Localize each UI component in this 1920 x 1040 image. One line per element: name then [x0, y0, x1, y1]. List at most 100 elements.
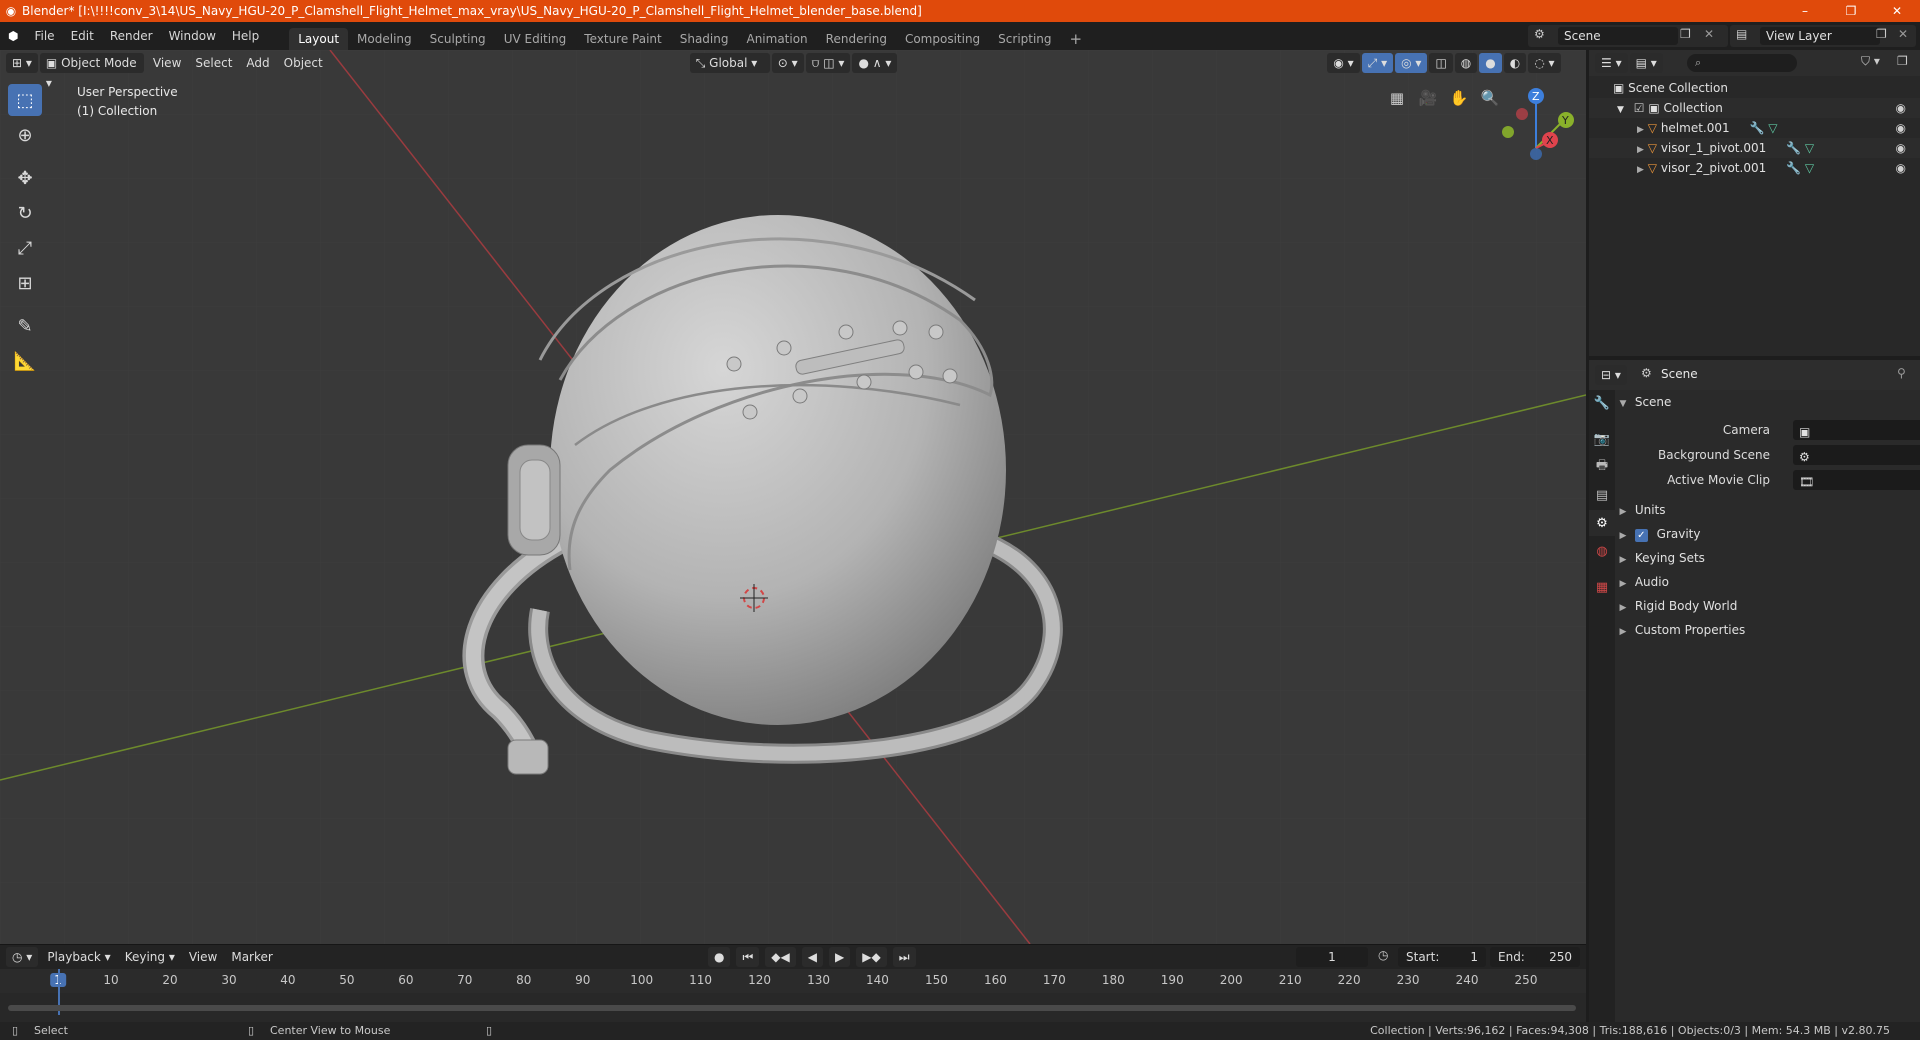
timeline-ruler[interactable]: 1102030405060708090100110120130140150160… — [0, 969, 1586, 993]
jump-end-icon[interactable]: ⏭ — [892, 947, 916, 967]
scene-tab-icon[interactable]: ⚙ — [1589, 510, 1615, 536]
menu-select[interactable]: Select — [188, 56, 239, 70]
properties-editor-type-icon[interactable]: ⊟ ▾ — [1595, 365, 1627, 385]
outliner-search-input[interactable]: ⌕ — [1687, 54, 1797, 72]
camera-field[interactable]: ▣✎ — [1793, 420, 1920, 440]
visibility-eye-icon[interactable]: ◉ — [1896, 138, 1906, 158]
shading-rendered-icon[interactable]: ◌ ▾ — [1528, 53, 1561, 73]
snap-icon[interactable]: ⩌ ◫ ▾ — [805, 53, 851, 73]
pan-view-icon[interactable]: ✋ — [1445, 84, 1473, 112]
toggle-ortho-icon[interactable]: ▦ — [1383, 84, 1411, 112]
shading-solid-icon[interactable]: ● — [1479, 53, 1502, 73]
end-frame-field[interactable]: End: 250 — [1490, 947, 1580, 967]
preview-range-icon[interactable]: ◷ — [1378, 948, 1388, 962]
outliner-item-visor-1[interactable]: ▶ ▽ visor_1_pivot.001 🔧 ▽ ◉ — [1589, 138, 1920, 158]
outliner-collection[interactable]: ▼ ☑ ▣ Collection ◉ — [1589, 98, 1920, 118]
tab-scripting[interactable]: Scripting — [989, 28, 1060, 50]
menu-marker[interactable]: Marker — [224, 950, 279, 964]
rotate-tool-icon[interactable]: ↻ — [8, 197, 42, 229]
pivot-point-icon[interactable]: ⊙ ▾ — [771, 53, 804, 73]
select-box-icon[interactable]: ⬚ — [8, 84, 42, 116]
tab-compositing[interactable]: Compositing — [896, 28, 989, 50]
add-workspace-button[interactable]: + — [1061, 28, 1092, 50]
expand-chevron-icon[interactable]: ▶ — [1637, 125, 1644, 135]
tool-tab-icon[interactable]: 🔧 — [1589, 390, 1615, 416]
collapse-chevron-icon[interactable]: ▼ — [1615, 392, 1631, 416]
3d-viewport[interactable]: Z Y X ⊞ ▾ ▣ Object Mode ▾ View Select Ad… — [0, 50, 1586, 944]
viewport-scene[interactable]: Z Y X — [0, 50, 1586, 944]
object-mode-dropdown[interactable]: ▣ Object Mode ▾ — [39, 53, 144, 90]
menu-view[interactable]: View — [146, 56, 188, 70]
menu-render[interactable]: Render — [102, 22, 161, 50]
keying-sets-panel-header[interactable]: ▶ Keying Sets — [1615, 546, 1920, 570]
tab-sculpting[interactable]: Sculpting — [421, 28, 495, 50]
background-scene-field[interactable]: ⚙ — [1793, 445, 1920, 465]
timeline-editor-type-icon[interactable]: ◷ ▾ — [6, 947, 39, 967]
close-button[interactable]: ✕ — [1874, 0, 1920, 22]
expand-chevron-icon[interactable]: ▶ — [1615, 524, 1631, 548]
xray-toggle-icon[interactable]: ◫ — [1429, 53, 1453, 73]
outliner-item-visor-2[interactable]: ▶ ▽ visor_2_pivot.001 🔧 ▽ ◉ — [1589, 158, 1920, 178]
expand-chevron-icon[interactable]: ▶ — [1615, 620, 1631, 644]
tab-animation[interactable]: Animation — [737, 28, 816, 50]
collapse-chevron-icon[interactable]: ▼ — [1617, 105, 1624, 115]
pin-icon[interactable]: ⚲ — [1897, 366, 1906, 380]
jump-key-back-icon[interactable]: ◆◀ — [765, 947, 796, 967]
render-tab-icon[interactable]: 📷 — [1589, 426, 1615, 452]
menu-object[interactable]: Object — [277, 56, 330, 70]
new-layer-icon[interactable]: ❐ — [1876, 27, 1887, 41]
overlay-toggle-icon[interactable]: ◎ ▾ — [1395, 53, 1428, 73]
audio-panel-header[interactable]: ▶ Audio — [1615, 570, 1920, 594]
new-collection-icon[interactable]: ❐ — [1897, 54, 1908, 68]
start-frame-field[interactable]: Start: 1 — [1398, 947, 1486, 967]
menu-file[interactable]: File — [26, 22, 62, 50]
output-tab-icon[interactable]: 🖶 — [1589, 454, 1615, 480]
expand-chevron-icon[interactable]: ▶ — [1615, 572, 1631, 596]
menu-playback[interactable]: Playback ▾ — [40, 950, 117, 964]
include-checkbox-icon[interactable]: ☑ — [1634, 101, 1645, 115]
visibility-icon[interactable]: ◉ ▾ — [1327, 53, 1360, 73]
gizmo-toggle-icon[interactable]: ⤢ ▾ — [1361, 53, 1394, 73]
world-tab-icon[interactable]: ◍ — [1589, 538, 1615, 564]
minimize-button[interactable]: – — [1782, 0, 1828, 22]
restore-button[interactable]: ❐ — [1828, 0, 1874, 22]
delete-scene-icon[interactable]: ✕ — [1704, 27, 1714, 41]
rigid-body-panel-header[interactable]: ▶ Rigid Body World — [1615, 594, 1920, 618]
menu-keying[interactable]: Keying ▾ — [118, 950, 182, 964]
jump-start-icon[interactable]: ⏮ — [736, 947, 760, 967]
outliner-scene-collection[interactable]: ▣ Scene Collection — [1589, 78, 1920, 98]
expand-chevron-icon[interactable]: ▶ — [1615, 500, 1631, 524]
editor-type-button[interactable]: ⊞ ▾ — [6, 53, 38, 73]
view-layer-tab-icon[interactable]: ▤ — [1589, 482, 1615, 508]
outliner-item-helmet[interactable]: ▶ ▽ helmet.001 🔧 ▽ ◉ — [1589, 118, 1920, 138]
display-mode-icon[interactable]: ▤ ▾ — [1629, 53, 1663, 73]
gravity-checkbox[interactable]: ✓ — [1634, 529, 1648, 542]
measure-tool-icon[interactable]: 📐 — [8, 345, 42, 377]
texture-tab-icon[interactable]: ▦ — [1589, 574, 1615, 600]
new-scene-icon[interactable]: ❐ — [1680, 27, 1691, 41]
proportional-edit-icon[interactable]: ● ∧ ▾ — [852, 53, 898, 73]
camera-view-icon[interactable]: 🎥 — [1414, 84, 1442, 112]
units-panel-header[interactable]: ▶ Units — [1615, 498, 1920, 522]
shading-material-icon[interactable]: ◐ — [1503, 53, 1527, 73]
delete-layer-icon[interactable]: ✕ — [1898, 27, 1908, 41]
transform-tool-icon[interactable]: ⊞ — [8, 267, 42, 299]
orientation-dropdown[interactable]: ⤡ Global ▾ — [689, 53, 770, 73]
menu-window[interactable]: Window — [161, 22, 224, 50]
expand-chevron-icon[interactable]: ▶ — [1637, 165, 1644, 175]
menu-edit[interactable]: Edit — [63, 22, 102, 50]
expand-chevron-icon[interactable]: ▶ — [1615, 548, 1631, 572]
view-layer-name[interactable]: View Layer — [1766, 25, 1832, 47]
menu-add[interactable]: Add — [239, 56, 276, 70]
outliner-editor-type-icon[interactable]: ☰ ▾ — [1595, 53, 1628, 73]
menu-timeline-view[interactable]: View — [182, 950, 224, 964]
tab-modeling[interactable]: Modeling — [348, 28, 421, 50]
scene-name[interactable]: Scene — [1564, 25, 1601, 47]
tab-rendering[interactable]: Rendering — [817, 28, 896, 50]
visibility-eye-icon[interactable]: ◉ — [1896, 98, 1906, 118]
gravity-panel-header[interactable]: ▶ ✓ Gravity — [1615, 522, 1920, 546]
menu-help[interactable]: Help — [224, 22, 267, 50]
annotate-tool-icon[interactable]: ✎ — [8, 310, 42, 342]
current-frame-field[interactable]: 1 — [1296, 947, 1368, 967]
tab-texture-paint[interactable]: Texture Paint — [575, 28, 670, 50]
